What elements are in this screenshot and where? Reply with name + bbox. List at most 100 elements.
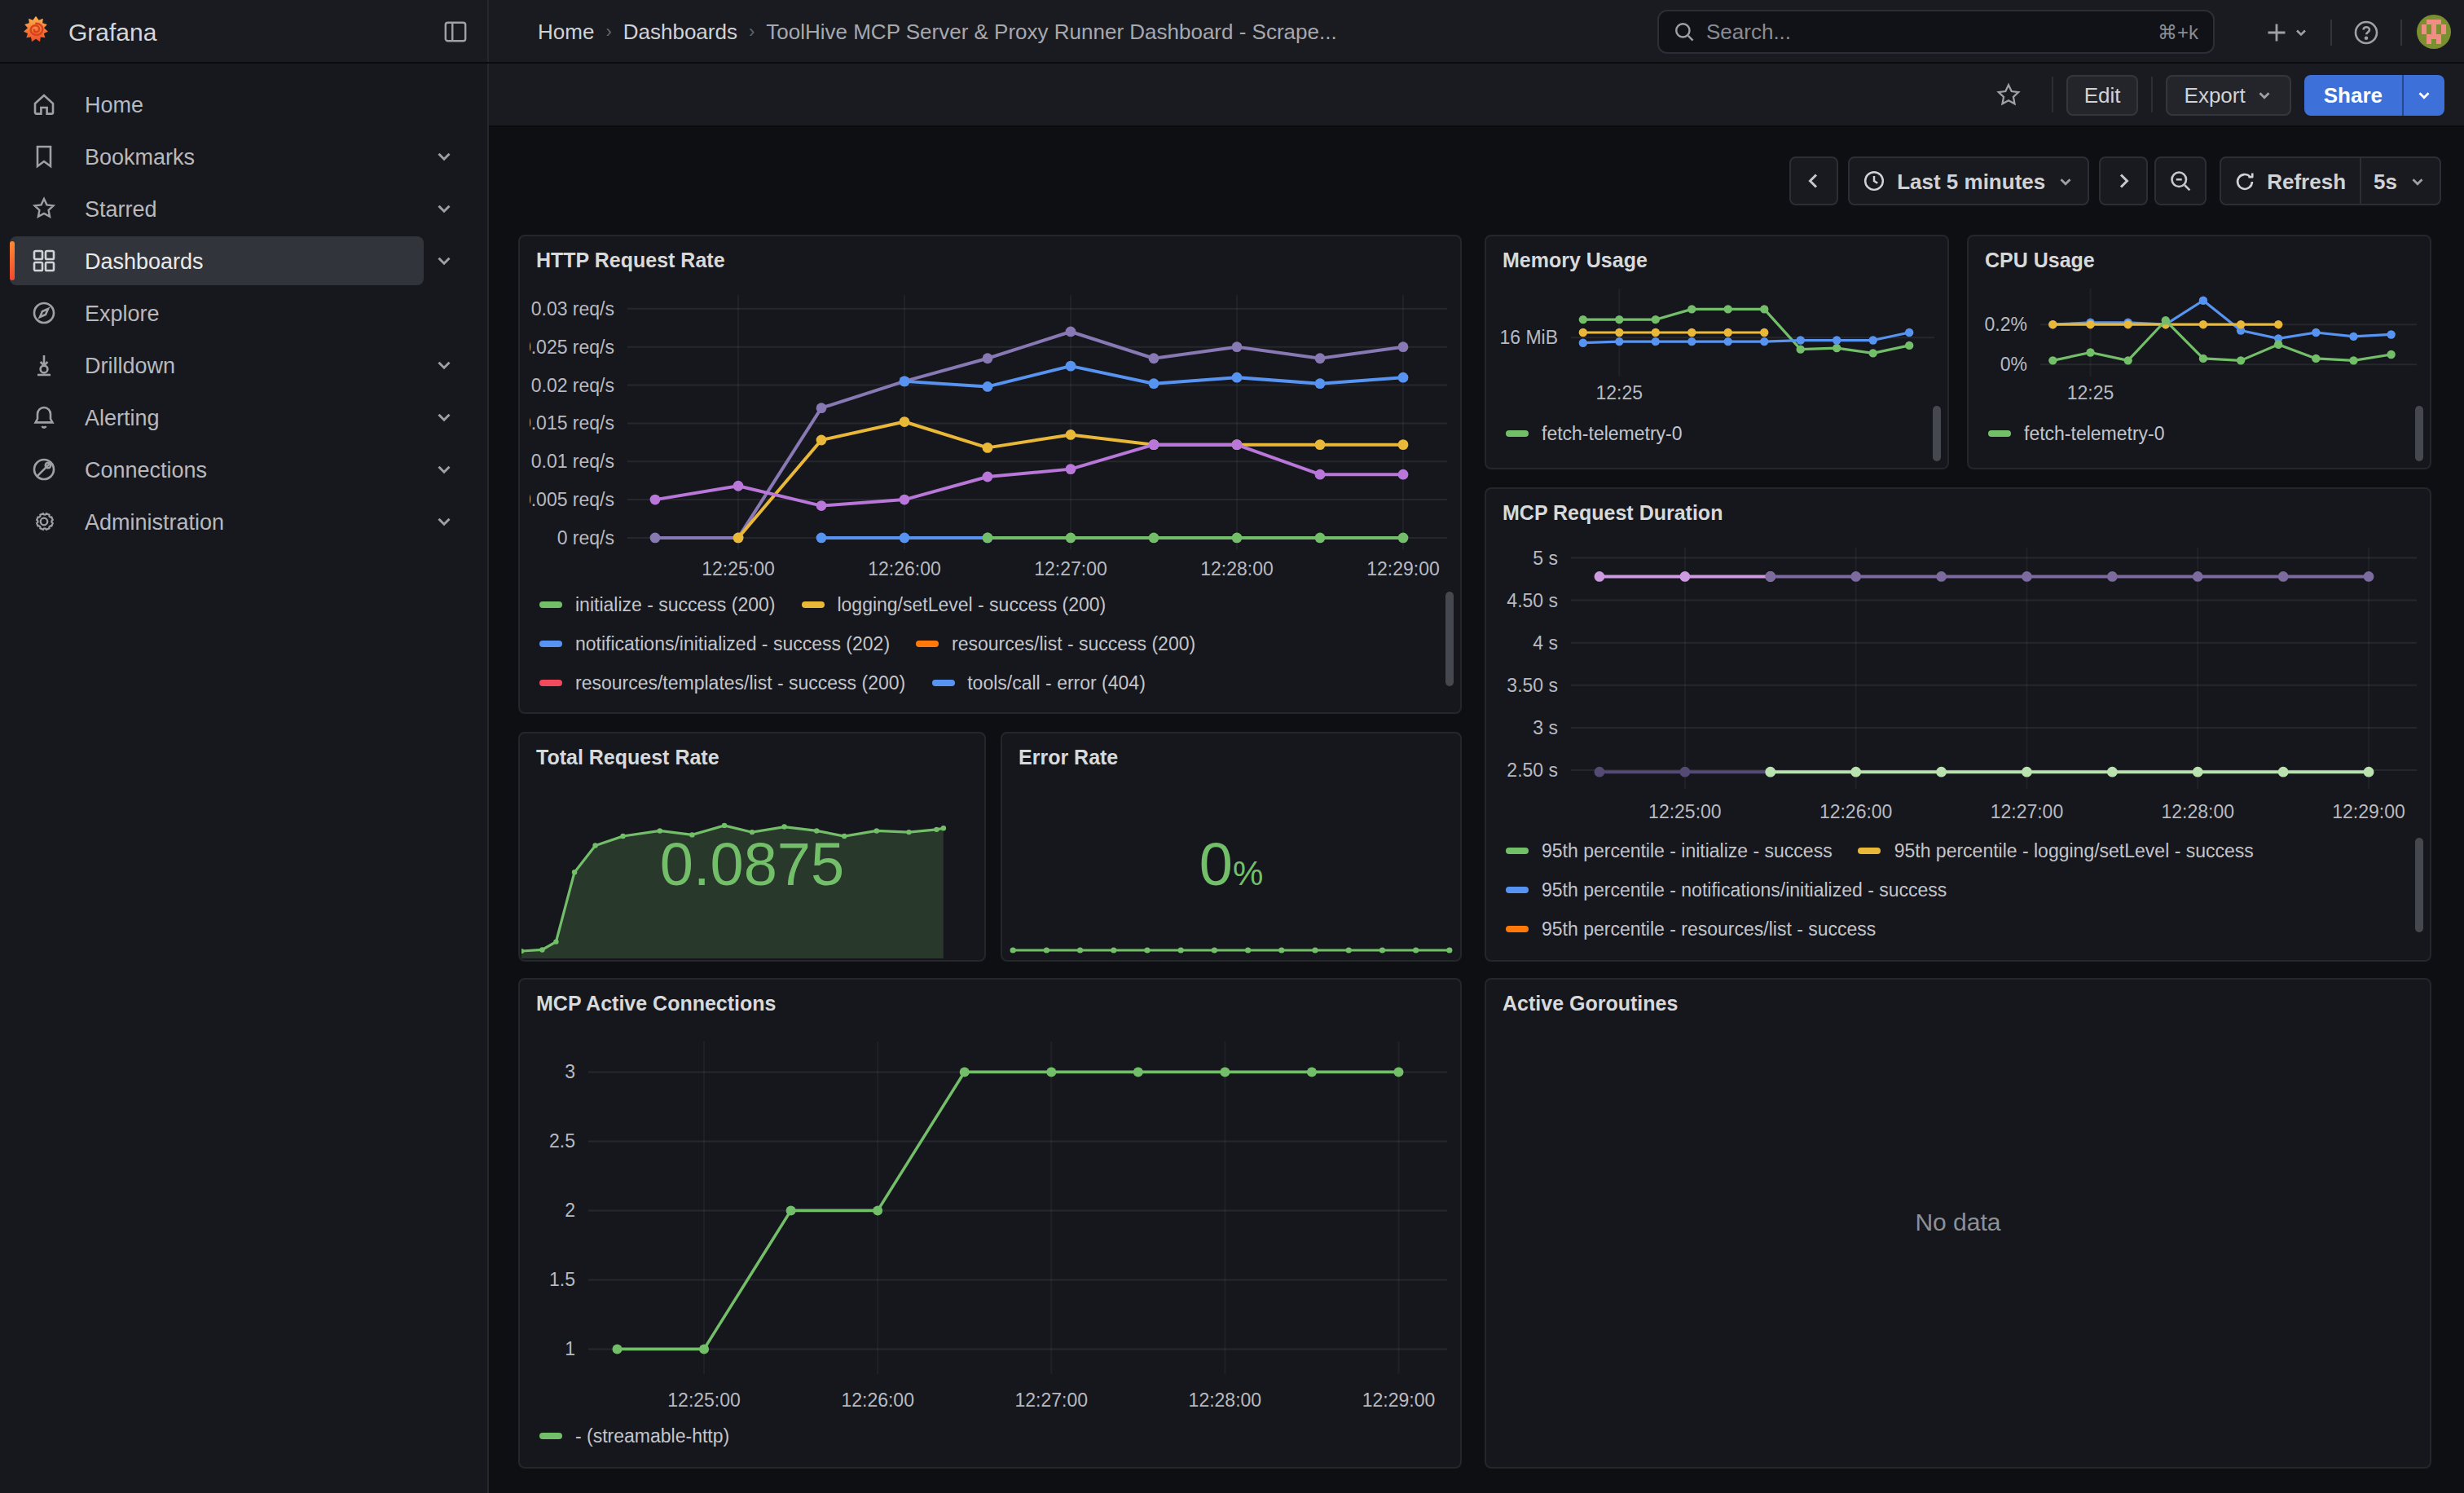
legend-swatch <box>1506 926 1529 933</box>
chevron-down-icon[interactable] <box>433 511 455 532</box>
sidebar-item-connections[interactable]: Connections <box>10 445 424 494</box>
breadcrumb-item[interactable]: Home <box>538 19 594 43</box>
sidebar-item-label: Alerting <box>85 405 160 429</box>
breadcrumb-item[interactable]: ToolHive MCP Server & Proxy Runner Dashb… <box>766 19 1336 43</box>
legend-item[interactable]: 95th percentile - initialize - success <box>1506 841 1833 861</box>
legend-label: 95th percentile - logging/setLevel - suc… <box>1894 841 2254 861</box>
sidebar-item-drilldown[interactable]: Drilldown <box>10 341 424 390</box>
legend-item[interactable]: - (streamable-http) <box>539 1426 729 1446</box>
panel-title: CPU Usage <box>1969 236 2430 272</box>
sidebar-item-label: Connections <box>85 457 207 482</box>
user-avatar[interactable] <box>2417 15 2451 49</box>
sidebar-item-home[interactable]: Home <box>10 80 424 129</box>
legend-label: 95th percentile - initialize - success <box>1542 841 1833 861</box>
export-button[interactable]: Export <box>2167 74 2291 115</box>
sidebar-item-dashboards[interactable]: Dashboards <box>10 236 424 285</box>
sidebar-item-starred[interactable]: Starred <box>10 184 424 233</box>
sidebar-item-explore[interactable]: Explore <box>10 288 424 337</box>
legend-item[interactable]: 95th percentile - resources/list - succe… <box>1506 919 1876 939</box>
legend-item[interactable]: fetch-telemetry-0 <box>1506 424 1683 443</box>
legend-item[interactable]: logging/setLevel - success (200) <box>801 595 1106 614</box>
breadcrumb-separator: › <box>605 21 611 41</box>
legend-item[interactable]: resources/templates/list - success (200) <box>539 673 905 693</box>
legend-item[interactable]: initialize - success (200) <box>539 595 775 614</box>
time-back-button[interactable] <box>1789 156 1838 205</box>
sidebar-item-bookmarks[interactable]: Bookmarks <box>10 132 424 181</box>
legend-label: 95th percentile - resources/list - succe… <box>1542 919 1876 939</box>
legend-label: fetch-telemetry-0 <box>1542 424 1683 443</box>
legend-label: logging/setLevel - success (200) <box>837 595 1106 614</box>
panel-mcp-active-connections: MCP Active Connections 11.522.5312:25:00… <box>518 978 1462 1469</box>
bookmark-icon <box>31 143 57 170</box>
refresh-interval-picker[interactable]: 5s <box>2359 156 2441 205</box>
refresh-button[interactable]: Refresh <box>2220 156 2361 205</box>
svg-text:12:27:00: 12:27:00 <box>1034 558 1107 579</box>
legend-item[interactable]: fetch-telemetry-0 <box>1988 424 2165 443</box>
legend-item[interactable]: 95th percentile - logging/setLevel - suc… <box>1859 841 2254 861</box>
svg-text:12:25:00: 12:25:00 <box>702 558 775 579</box>
dock-menu-icon[interactable] <box>443 19 468 43</box>
svg-text:0.2%: 0.2% <box>1985 314 2027 335</box>
legend-scrollbar[interactable] <box>2415 406 2423 461</box>
cpu-legend: fetch-telemetry-0 <box>1988 419 2407 461</box>
mcp-request-duration-chart[interactable]: 5 s4.50 s4 s3.50 s3 s2.50 s12:25:0012:26… <box>1496 535 2420 828</box>
http-request-rate-chart[interactable]: 0 req/s0.005 req/s0.01 req/s0.015 req/s0… <box>530 282 1450 585</box>
grafana-logo[interactable] <box>20 15 52 47</box>
sidebar-item-administration[interactable]: Administration <box>10 497 424 546</box>
legend-item[interactable]: notifications/initialized - success (202… <box>539 634 890 654</box>
help-button[interactable] <box>2347 12 2386 51</box>
legend-label: notifications/initialized - success (202… <box>575 634 890 654</box>
time-forward-button[interactable] <box>2099 156 2148 205</box>
svg-text:12:25: 12:25 <box>1596 382 1643 403</box>
svg-text:3 s: 3 s <box>1533 717 1558 738</box>
edit-button[interactable]: Edit <box>2066 74 2139 115</box>
legend-scrollbar[interactable] <box>1445 592 1454 686</box>
svg-text:4 s: 4 s <box>1533 632 1558 654</box>
legend-swatch <box>801 601 824 609</box>
breadcrumb-separator: › <box>749 21 755 41</box>
chevron-down-icon[interactable] <box>433 146 455 167</box>
sidebar-item-label: Administration <box>85 509 224 534</box>
chevron-down-icon[interactable] <box>433 250 455 271</box>
topbar-actions <box>2259 0 2451 64</box>
svg-text:12:28:00: 12:28:00 <box>2161 801 2234 822</box>
search-input[interactable]: Search... ⌘+k <box>1657 10 2215 54</box>
zoom-out-button[interactable] <box>2154 156 2207 205</box>
add-button[interactable] <box>2259 14 2316 50</box>
cpu-usage-chart[interactable]: 0.2%0%12:25 <box>1978 279 2420 409</box>
bell-icon <box>31 404 57 430</box>
mcp-active-connections-chart[interactable]: 11.522.5312:25:0012:26:0012:27:0012:28:0… <box>530 1025 1450 1416</box>
breadcrumb-item[interactable]: Dashboards <box>623 19 737 43</box>
chevron-down-icon[interactable] <box>433 459 455 480</box>
svg-text:4.50 s: 4.50 s <box>1507 590 1558 611</box>
http-legend: initialize - success (200) logging/setLev… <box>539 585 1437 712</box>
svg-text:0.005 req/s: 0.005 req/s <box>530 489 614 510</box>
chevron-down-icon[interactable] <box>433 407 455 428</box>
legend-scrollbar[interactable] <box>2415 838 2423 932</box>
share-caret[interactable] <box>2402 74 2444 115</box>
memory-legend: fetch-telemetry-0 <box>1506 419 1925 461</box>
svg-text:0.02 req/s: 0.02 req/s <box>531 375 614 396</box>
chevron-down-icon[interactable] <box>433 355 455 376</box>
sidebar-item-alerting[interactable]: Alerting <box>10 393 424 442</box>
legend-item[interactable]: resources/list - success (200) <box>916 634 1195 654</box>
legend-label: - (streamable-http) <box>575 1426 729 1446</box>
legend-item[interactable]: 95th percentile - resources/templates/li… <box>1506 958 1962 960</box>
legend-label: fetch-telemetry-0 <box>2024 424 2165 443</box>
error-rate-sparkline[interactable] <box>1004 936 1459 958</box>
memory-usage-chart[interactable]: 16 MiB12:25 <box>1496 279 1938 409</box>
svg-text:1.5: 1.5 <box>549 1269 575 1290</box>
favorite-star-icon[interactable] <box>1995 81 2022 108</box>
home-icon <box>31 91 57 117</box>
share-button[interactable]: Share <box>2304 74 2444 115</box>
time-range-picker[interactable]: Last 5 minutes <box>1848 156 2089 205</box>
svg-text:12:25:00: 12:25:00 <box>667 1390 741 1411</box>
legend-scrollbar[interactable] <box>1933 406 1941 461</box>
apps-icon <box>31 248 57 274</box>
svg-text:3.50 s: 3.50 s <box>1507 675 1558 696</box>
panel-title: Active Goroutines <box>1486 980 2430 1015</box>
legend-item[interactable]: 95th percentile - notifications/initiali… <box>1506 880 1947 900</box>
legend-item[interactable]: tools/call - error (404) <box>931 673 1146 693</box>
time-controls: Last 5 minutes Refresh 5s <box>1789 156 2441 205</box>
chevron-down-icon[interactable] <box>433 198 455 219</box>
